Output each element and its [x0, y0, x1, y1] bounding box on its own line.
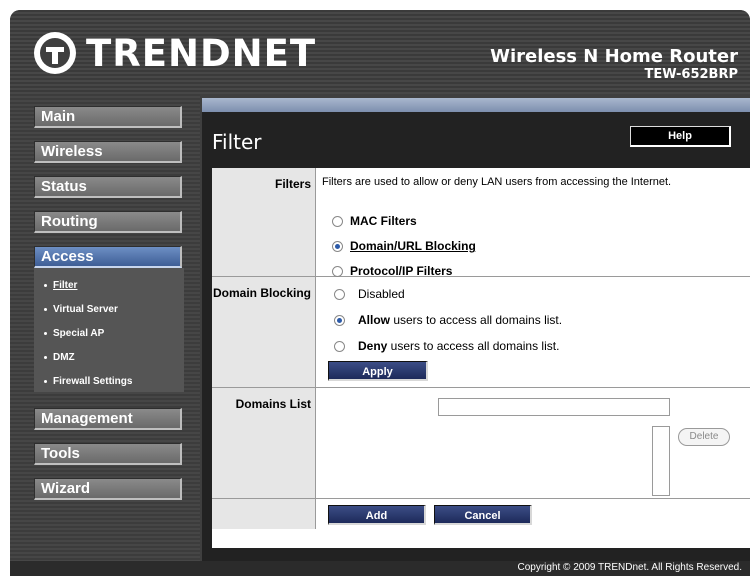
submenu-dmz[interactable]: DMZ — [44, 352, 75, 363]
blocking-allow-radio[interactable] — [334, 315, 345, 326]
blocking-allow-label: Allow users to access all domains list. — [358, 313, 563, 327]
product-model: TEW-652BRP — [644, 67, 738, 82]
submenu-special-ap[interactable]: Special AP — [44, 328, 104, 339]
brand-name: TRENDNET — [86, 31, 317, 75]
domains-list-label: Domains List — [235, 397, 311, 411]
blocking-deny-radio[interactable] — [334, 341, 345, 352]
add-button[interactable]: Add — [328, 505, 426, 525]
domain-blocking-label: Domain Blocking — [212, 286, 311, 300]
domain-url-blocking-label: Domain/URL Blocking — [350, 239, 476, 253]
action-label-cell — [212, 499, 316, 529]
protocol-ip-filters-label: Protocol/IP Filters — [350, 264, 453, 278]
nav-management[interactable]: Management — [34, 408, 182, 430]
page-title: Filter — [212, 130, 262, 154]
action-row: Add Cancel — [212, 499, 750, 529]
cancel-button[interactable]: Cancel — [434, 505, 532, 525]
blocking-deny-label: Deny users to access all domains list. — [358, 339, 560, 353]
submenu-firewall-settings[interactable]: Firewall Settings — [44, 376, 132, 387]
domains-listbox[interactable] — [652, 426, 670, 496]
trendnet-logo: TRENDNET — [32, 28, 316, 78]
filters-row: Filters Filters are used to allow or den… — [212, 168, 750, 278]
bullet-icon — [44, 355, 47, 359]
submenu-virtual-server-label: Virtual Server — [53, 304, 118, 315]
nav-wizard[interactable]: Wizard — [34, 478, 182, 500]
filters-description: Filters are used to allow or deny LAN us… — [322, 176, 672, 188]
bullet-icon — [44, 283, 47, 287]
domain-url-blocking-radio[interactable] — [332, 241, 343, 252]
sidebar: Main Wireless Status Routing Access Filt… — [10, 94, 200, 576]
domain-blocking-label-cell: Domain Blocking — [212, 277, 316, 387]
domain-blocking-row: Domain Blocking Disabled Allow users to … — [212, 277, 750, 388]
blocking-disabled-label: Disabled — [358, 287, 405, 301]
filters-label-cell: Filters — [212, 168, 316, 276]
submenu-filter-label: Filter — [53, 280, 78, 291]
mac-filters-label: MAC Filters — [350, 214, 417, 228]
copyright-text: Copyright © 2009 TRENDnet. All Rights Re… — [517, 562, 742, 573]
submenu-filter[interactable]: Filter — [44, 280, 77, 291]
apply-button[interactable]: Apply — [328, 361, 428, 381]
submenu-firewall-settings-label: Firewall Settings — [53, 376, 133, 387]
router-frame: TRENDNET Wireless N Home Router TEW-652B… — [10, 10, 750, 576]
domain-input[interactable] — [438, 398, 670, 416]
trendnet-logo-icon — [34, 32, 76, 74]
access-submenu: Filter Virtual Server Special AP DMZ Fir… — [34, 268, 184, 392]
submenu-virtual-server[interactable]: Virtual Server — [44, 304, 118, 315]
domains-list-row: Domains List Delete — [212, 388, 750, 499]
product-name: Wireless N Home Router — [490, 46, 738, 67]
bullet-icon — [44, 331, 47, 335]
nav-routing[interactable]: Routing — [34, 211, 182, 233]
nav-access[interactable]: Access — [34, 246, 182, 268]
nav-main[interactable]: Main — [34, 106, 182, 128]
panel-top-bar — [202, 98, 750, 112]
filter-form: Filters Filters are used to allow or den… — [212, 168, 750, 548]
main-panel: Filter Help Filters Filters are used to … — [202, 98, 750, 576]
footer: Copyright © 2009 TRENDnet. All Rights Re… — [10, 561, 750, 576]
blocking-disabled-radio[interactable] — [334, 289, 345, 300]
nav-tools[interactable]: Tools — [34, 443, 182, 465]
delete-button[interactable]: Delete — [678, 428, 730, 446]
protocol-ip-filters-radio[interactable] — [332, 266, 343, 277]
submenu-dmz-label: DMZ — [53, 352, 75, 363]
help-button[interactable]: Help — [630, 126, 731, 147]
header: TRENDNET Wireless N Home Router TEW-652B… — [10, 10, 750, 94]
submenu-special-ap-label: Special AP — [53, 328, 105, 339]
bullet-icon — [44, 379, 47, 383]
product-info: Wireless N Home Router TEW-652BRP — [490, 46, 738, 82]
mac-filters-radio[interactable] — [332, 216, 343, 227]
bullet-icon — [44, 307, 47, 311]
filters-label: Filters — [274, 177, 311, 191]
nav-status[interactable]: Status — [34, 176, 182, 198]
domains-list-label-cell: Domains List — [212, 388, 316, 498]
nav-wireless[interactable]: Wireless — [34, 141, 182, 163]
